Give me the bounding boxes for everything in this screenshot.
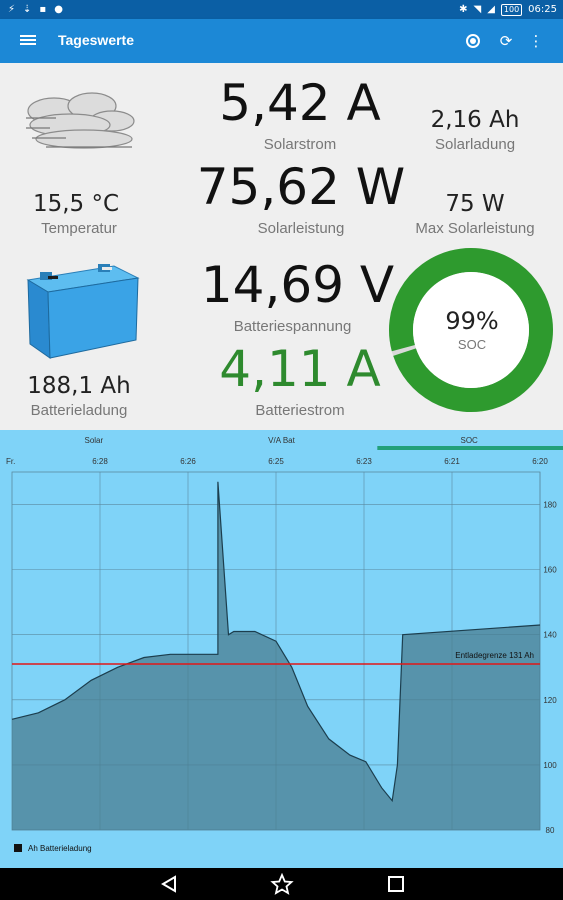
- menu-icon[interactable]: [20, 33, 36, 49]
- x-tick-label: 6:21: [444, 457, 460, 466]
- stats-panel: 5,42 A Solarstrom 2,16 Ah Solarladung 15…: [0, 63, 563, 430]
- solar-charge-label: Solarladung: [434, 136, 516, 153]
- tab-active-indicator: [377, 446, 563, 450]
- y-tick-label: 80: [546, 826, 555, 835]
- threshold-label: Entladegrenze 131 Ah: [455, 651, 534, 660]
- car-battery-icon: [26, 264, 140, 359]
- max-solar-power-label: Max Solarleistung: [415, 220, 535, 237]
- x-tick-label: 6:23: [356, 457, 372, 466]
- back-icon[interactable]: [157, 873, 181, 895]
- status-bar: ⚡ ⇣ ▪ ● ✱ ◥ ◢ 100 06:25: [0, 0, 563, 19]
- app-bar: Tageswerte ⟳ ⋮: [0, 19, 563, 63]
- usb-icon: ⚡: [8, 4, 16, 15]
- y-tick-label: 180: [543, 501, 557, 510]
- system-nav-bar: [0, 868, 563, 900]
- y-tick-label: 160: [543, 566, 557, 575]
- y-tick-label: 100: [543, 761, 557, 770]
- clock: 06:25: [528, 4, 557, 15]
- x-tick-label: 6:25: [268, 457, 284, 466]
- record-icon[interactable]: [463, 31, 483, 51]
- notification-icon: ⇣: [23, 4, 32, 15]
- max-solar-power-value: 75 W: [445, 191, 505, 217]
- star-icon[interactable]: [270, 873, 294, 895]
- temperature-label: Temperatur: [41, 220, 117, 237]
- location-icon: ●: [54, 4, 63, 15]
- battery-voltage-value: 14,69 V: [200, 256, 395, 314]
- battery-current-value: 4,11 A: [219, 340, 381, 398]
- refresh-icon[interactable]: ⟳: [496, 31, 516, 51]
- tab-solar[interactable]: Solar: [84, 436, 103, 445]
- solar-power-value: 75,62 W: [196, 158, 406, 216]
- tab-v-a-bat[interactable]: V/A Bat: [268, 436, 295, 445]
- solar-charge-value: 2,16 Ah: [430, 107, 520, 133]
- battery-voltage-label: Batteriespannung: [233, 318, 352, 335]
- soc-label: SOC: [457, 337, 487, 352]
- x-tick-label: 6:28: [92, 457, 108, 466]
- x-tick-label: 6:20: [532, 457, 548, 466]
- legend-label: Ah Batterieladung: [28, 844, 92, 853]
- y-tick-label: 140: [543, 631, 557, 640]
- battery-charge-value: 188,1 Ah: [27, 373, 131, 399]
- square-icon[interactable]: [384, 873, 408, 895]
- battery-charge-chart: Solar V/A Bat SOC Fr. 6:28 6:26 6:25 6:23 6:21 6:…: [6, 436, 563, 853]
- battery-indicator: 100: [500, 3, 523, 16]
- signal-icon: ◢: [487, 4, 495, 15]
- bluetooth-icon: ✱: [459, 4, 468, 15]
- tab-soc[interactable]: SOC: [460, 436, 478, 445]
- solar-power-label: Solarleistung: [257, 220, 345, 237]
- page-title: Tageswerte: [58, 32, 134, 48]
- legend-swatch: [14, 844, 22, 852]
- wifi-icon: ◥: [473, 4, 482, 15]
- y-tick-label: 120: [543, 696, 557, 705]
- chart-area: Solar V/A Bat SOC Fr. 6:28 6:26 6:25 6:23 6:21 6:…: [0, 430, 563, 868]
- x-tick-label: 6:26: [180, 457, 196, 466]
- cloud-weather-icon: [26, 92, 135, 149]
- solar-current-label: Solarstrom: [263, 136, 337, 153]
- temperature-value: 15,5 °C: [32, 191, 120, 217]
- x-axis-start-label: Fr.: [6, 457, 15, 466]
- lock-icon: ▪: [39, 4, 47, 15]
- more-options-icon[interactable]: ⋮: [526, 31, 546, 51]
- solar-current-value: 5,42 A: [219, 74, 381, 132]
- battery-current-label: Batteriestrom: [255, 402, 345, 419]
- battery-charge-label: Batterieladung: [30, 402, 128, 419]
- soc-value: 99%: [445, 307, 499, 335]
